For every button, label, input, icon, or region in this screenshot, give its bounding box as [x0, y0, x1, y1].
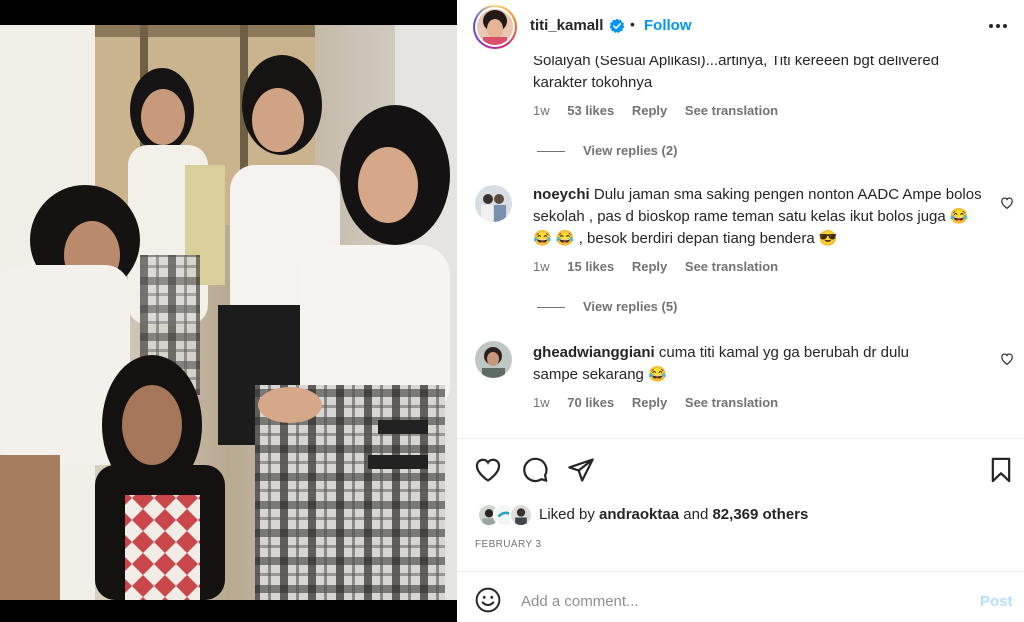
view-replies-button[interactable]: View replies (2) [537, 143, 677, 158]
comments-list: Solaiyah (Sesuai Aplikasi)...artinya, Ti… [457, 56, 1024, 438]
liker-avatar[interactable] [509, 503, 533, 527]
follow-button[interactable]: Follow [644, 17, 692, 34]
comment-text-line: karakter tokohnya [533, 74, 653, 91]
comment-username[interactable]: noeychi [533, 186, 590, 203]
post-media-panel [0, 0, 457, 622]
author-username[interactable]: titi_kamall [530, 17, 603, 34]
view-replies-label: View replies (5) [583, 299, 678, 314]
comment-icon[interactable] [521, 456, 549, 484]
reply-button[interactable]: Reply [632, 103, 667, 118]
comment-input[interactable] [521, 586, 961, 616]
comment-text-line: Solaiyah (Sesuai Aplikasi)...artinya, Ti… [533, 56, 940, 69]
view-replies-button[interactable]: View replies (5) [537, 299, 677, 314]
replies-line [537, 307, 565, 309]
likes-and: and [683, 506, 709, 523]
divider [457, 438, 1024, 439]
separator-dot: • [630, 16, 635, 32]
comment-time[interactable]: 1w [533, 259, 550, 274]
reply-button[interactable]: Reply [632, 259, 667, 274]
comment-meta: 1w 15 likes Reply See translation [533, 259, 792, 274]
comment-meta: 1w 70 likes Reply See translation [533, 395, 792, 410]
reply-button[interactable]: Reply [632, 395, 667, 410]
post-photo[interactable] [0, 25, 457, 600]
view-replies-label: View replies (2) [583, 143, 678, 158]
likes-summary: Liked by andraoktaa and 82,369 others [477, 502, 1017, 528]
liker-username[interactable]: andraoktaa [599, 506, 679, 523]
commenter-avatar[interactable] [475, 185, 512, 222]
send-icon[interactable] [567, 456, 595, 484]
see-translation-link[interactable]: See translation [685, 259, 778, 274]
heart-icon[interactable] [1000, 352, 1014, 366]
comment-likes[interactable]: 53 likes [567, 103, 614, 118]
comment-time[interactable]: 1w [533, 395, 550, 410]
likes-count[interactable]: 82,369 others [712, 506, 808, 523]
post-side-panel: titi_kamall • Follow Solaiyah (Sesuai Ap… [457, 0, 1024, 622]
comment-text: noeychi Dulu jaman sma saking pengen non… [533, 184, 983, 250]
bookmark-icon[interactable] [987, 456, 1015, 484]
see-translation-link[interactable]: See translation [685, 395, 778, 410]
post-header: titi_kamall • Follow [457, 0, 1024, 56]
heart-icon[interactable] [474, 456, 502, 484]
emoji-icon[interactable] [475, 587, 501, 613]
post-date[interactable]: FEBRUARY 3 [475, 539, 541, 550]
action-bar [457, 452, 1024, 488]
author-avatar[interactable] [473, 5, 517, 49]
comment-body: Dulu jaman sma saking pengen nonton AADC… [533, 186, 982, 247]
likes-text: Liked by andraoktaa and 82,369 others [539, 506, 808, 523]
post-comment-button[interactable]: Post [980, 593, 1013, 610]
comment-username[interactable]: gheadwianggiani [533, 344, 655, 361]
comment-text: gheadwianggiani cuma titi kamal yg ga be… [533, 342, 953, 386]
verified-badge-icon [609, 18, 625, 34]
add-comment-bar: Post [457, 572, 1024, 622]
comment-time[interactable]: 1w [533, 103, 550, 118]
replies-line [537, 151, 565, 153]
comment-meta: 1w 53 likes Reply See translation [533, 103, 792, 118]
author-avatar-image [477, 9, 513, 45]
comment-text: Solaiyah (Sesuai Aplikasi)...artinya, Ti… [533, 56, 973, 94]
commenter-avatar[interactable] [475, 341, 512, 378]
comment-likes[interactable]: 15 likes [567, 259, 614, 274]
more-horizontal-icon[interactable] [987, 19, 1009, 33]
likes-prefix: Liked by [539, 506, 595, 523]
see-translation-link[interactable]: See translation [685, 103, 778, 118]
heart-icon[interactable] [1000, 196, 1014, 210]
comment-likes[interactable]: 70 likes [567, 395, 614, 410]
